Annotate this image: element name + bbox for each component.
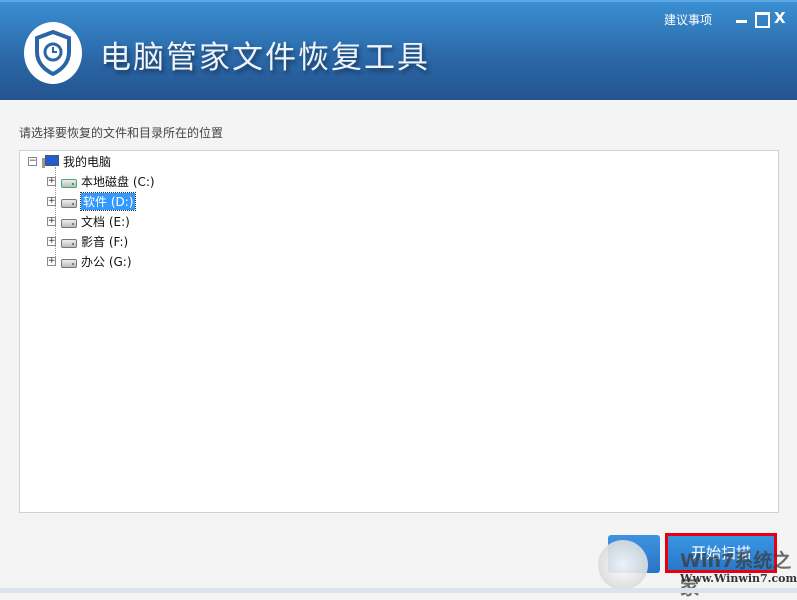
node-label: 软件 (D:) (79, 191, 137, 211)
expand-icon[interactable]: + (47, 256, 56, 266)
node-label: 本地磁盘 (C:) (81, 174, 155, 189)
node-label: 我的电脑 (63, 154, 112, 169)
tree-node-my-computer[interactable]: − 我的电脑 (28, 152, 111, 170)
tree-node-drive-d[interactable]: + 软件 (D:) (47, 191, 137, 211)
tree-node-drive-e[interactable]: + 文档 (E:) (47, 212, 130, 230)
app-title: 电脑管家文件恢复工具 (100, 40, 430, 76)
instruction-label: 请选择要恢复的文件和目录所在的位置 (19, 126, 224, 140)
folder-tree[interactable]: − 我的电脑 + 本地磁盘 (C:) + 软件 (D:) + 文档 (E:) +… (19, 150, 779, 513)
footer-strip (0, 588, 797, 593)
expand-icon[interactable]: + (47, 176, 56, 186)
drive-icon (61, 199, 77, 208)
drive-icon (61, 259, 77, 268)
maximize-button[interactable] (754, 11, 770, 28)
expand-icon[interactable]: + (47, 236, 56, 246)
back-button[interactable] (608, 535, 660, 573)
suggestions-link[interactable]: 建议事项 (664, 11, 712, 28)
start-scan-button[interactable]: 开始扫描 (665, 533, 777, 573)
minimize-button[interactable] (735, 11, 749, 25)
close-button[interactable]: X (774, 11, 788, 26)
tree-node-drive-c[interactable]: + 本地磁盘 (C:) (47, 172, 155, 190)
tree-node-drive-g[interactable]: + 办公 (G:) (47, 252, 132, 270)
node-label: 办公 (G:) (81, 254, 132, 269)
expand-icon[interactable]: + (47, 216, 56, 226)
node-label: 影音 (F:) (81, 234, 129, 249)
system-drive-icon (61, 179, 77, 188)
computer-icon (42, 154, 59, 168)
drive-icon (61, 219, 77, 228)
app-logo-shield-icon (24, 22, 82, 84)
title-bar: 电脑管家文件恢复工具 建议事项 X (0, 0, 797, 100)
expand-icon[interactable]: + (47, 196, 56, 206)
node-label: 文档 (E:) (81, 214, 130, 229)
collapse-icon[interactable]: − (28, 156, 37, 166)
drive-icon (61, 239, 77, 248)
watermark-url: Www.Winwin7.com (680, 572, 797, 585)
tree-node-drive-f[interactable]: + 影音 (F:) (47, 232, 128, 250)
